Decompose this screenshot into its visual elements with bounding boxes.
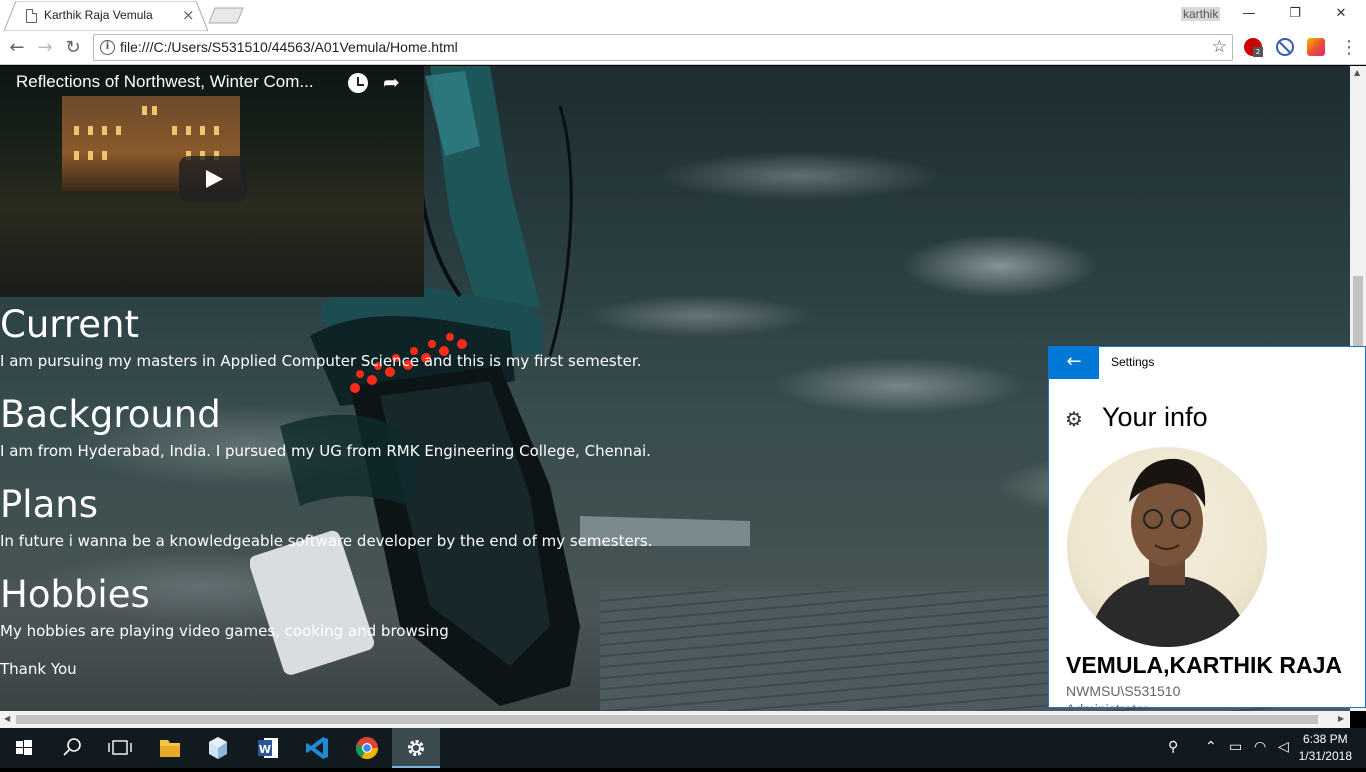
- share-icon[interactable]: ➦: [383, 70, 400, 94]
- settings-page-title: Your info: [1102, 402, 1208, 432]
- closing-text: Thank You: [0, 660, 77, 678]
- close-window-button[interactable]: ✕: [1318, 0, 1364, 29]
- new-tab-button[interactable]: [208, 7, 244, 24]
- scroll-right-icon[interactable]: ▶: [1338, 714, 1344, 723]
- file-explorer-icon[interactable]: [146, 728, 194, 768]
- embedded-video[interactable]: Reflections of Northwest, Winter Com... …: [0, 66, 424, 297]
- battery-icon[interactable]: ▭: [1229, 739, 1242, 755]
- extension-adblock-icon[interactable]: 2: [1244, 38, 1263, 57]
- 3d-app-icon[interactable]: [194, 728, 242, 768]
- task-view-icon[interactable]: [96, 728, 144, 768]
- clock-date: 1/31/2018: [1298, 749, 1352, 763]
- horizontal-scroll-thumb[interactable]: [16, 715, 1318, 724]
- settings-title: Settings: [1111, 355, 1155, 369]
- section-text-hobbies: My hobbies are playing video games, cook…: [0, 622, 449, 640]
- user-role: Administrator: [1066, 701, 1148, 707]
- watch-later-icon[interactable]: [348, 73, 368, 93]
- play-button[interactable]: [179, 156, 247, 202]
- reload-icon[interactable]: ↻: [62, 37, 84, 59]
- back-icon[interactable]: ←: [6, 37, 28, 59]
- main-content: Current I am pursuing my masters in Appl…: [0, 306, 700, 678]
- section-text-background: I am from Hyderabad, India. I pursued my…: [0, 442, 651, 460]
- section-text-current: I am pursuing my masters in Applied Comp…: [0, 352, 642, 370]
- browser-toolbar: ← → ↻ i file:///C:/Users/S531510/44563/A…: [0, 31, 1366, 65]
- section-heading-plans: Plans: [0, 483, 98, 526]
- profile-name[interactable]: karthik: [1181, 7, 1221, 21]
- section-heading-hobbies: Hobbies: [0, 573, 150, 616]
- section-text-plans: In future i wanna be a knowledgeable sof…: [0, 532, 653, 550]
- video-title[interactable]: Reflections of Northwest, Winter Com...: [16, 72, 314, 92]
- url-text[interactable]: file:///C:/Users/S531510/44563/A01Vemula…: [120, 39, 458, 55]
- search-icon[interactable]: [48, 728, 96, 768]
- clock-time: 6:38 PM: [1302, 732, 1348, 746]
- close-tab-icon[interactable]: ×: [182, 6, 195, 24]
- taskbar: W ⚲ ⌃ ▭ ◠ ◁ 6:38 PM 1/31/2018: [0, 728, 1366, 768]
- user-domain: NWMSU\S531510: [1066, 683, 1181, 699]
- info-icon[interactable]: i: [100, 40, 115, 55]
- svg-text:W: W: [259, 743, 271, 756]
- tab-title: Karthik Raja Vemula: [44, 8, 153, 22]
- settings-taskbar-icon[interactable]: [392, 728, 440, 768]
- extension-block-icon[interactable]: [1276, 38, 1294, 56]
- extension-color-icon[interactable]: [1307, 38, 1325, 56]
- chrome-icon[interactable]: [343, 728, 391, 768]
- browser-titlebar: Karthik Raja Vemula × karthik — ❐ ✕: [0, 0, 1366, 31]
- scroll-up-icon[interactable]: ▲: [1354, 68, 1360, 77]
- section-heading-current: Current: [0, 303, 139, 346]
- bookmark-star-icon[interactable]: ☆: [1212, 37, 1227, 57]
- vscode-icon[interactable]: [294, 728, 342, 768]
- page-icon: [26, 9, 37, 23]
- address-bar[interactable]: i file:///C:/Users/S531510/44563/A01Vemu…: [93, 34, 1233, 61]
- system-clock[interactable]: 6:38 PM 1/31/2018: [1299, 731, 1352, 765]
- scroll-left-icon[interactable]: ◀: [4, 714, 10, 723]
- volume-icon[interactable]: ◁: [1278, 739, 1289, 755]
- minimize-button[interactable]: —: [1226, 0, 1272, 29]
- user-name: VEMULA,KARTHIK RAJA: [1066, 652, 1342, 678]
- browser-tab[interactable]: Karthik Raja Vemula ×: [4, 1, 208, 31]
- menu-icon[interactable]: ⋮: [1338, 37, 1360, 59]
- start-button[interactable]: [0, 728, 48, 768]
- section-heading-background: Background: [0, 393, 221, 436]
- settings-back-button[interactable]: ←: [1049, 347, 1099, 379]
- people-icon[interactable]: ⚲: [1168, 739, 1178, 755]
- restore-button[interactable]: ❐: [1272, 0, 1318, 29]
- settings-window: ← Settings ⚙ Your info VEMULA,KARTHIK RA…: [1048, 346, 1366, 708]
- gear-icon: ⚙: [1065, 407, 1083, 431]
- word-icon[interactable]: W: [244, 728, 292, 768]
- wifi-icon[interactable]: ◠: [1254, 739, 1266, 755]
- avatar: [1067, 447, 1267, 647]
- forward-icon[interactable]: →: [34, 37, 56, 59]
- show-hidden-icons[interactable]: ⌃: [1205, 739, 1217, 755]
- horizontal-scrollbar[interactable]: ◀ ▶: [0, 711, 1350, 728]
